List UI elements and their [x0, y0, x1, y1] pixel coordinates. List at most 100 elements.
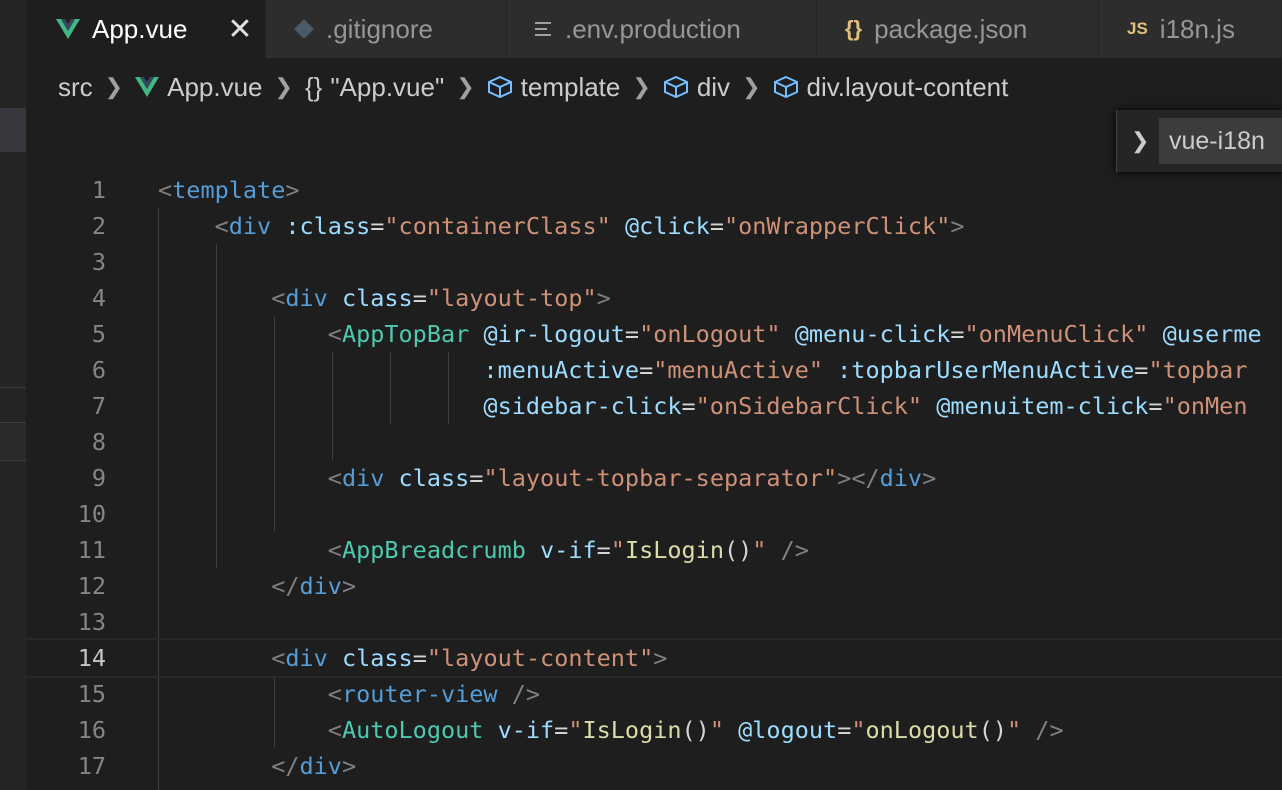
tab-label: .env.production	[565, 13, 741, 44]
code-token: ()	[723, 536, 753, 564]
chevron-right-icon: ❯	[274, 74, 293, 99]
code-editor[interactable]: 1 <template> 2 <div :class="containerClass…	[26, 172, 1282, 790]
line-number: 4	[91, 284, 106, 312]
sidebar-selected-row[interactable]	[0, 108, 26, 152]
code-line[interactable]: 10	[26, 496, 1282, 532]
chevron-right-icon[interactable]: ❯	[1131, 128, 1149, 154]
line-number: 13	[77, 608, 106, 636]
tab-app-vue[interactable]: App.vue ✕	[26, 0, 266, 58]
code-token: "	[610, 536, 625, 564]
code-text: :menuActive="menuActive" :topbarUserMenu…	[158, 352, 1247, 388]
breadcrumb-item-object[interactable]: "App.vue"	[330, 72, 444, 103]
code-token: "	[752, 536, 767, 564]
code-token: AppTopBar	[341, 320, 470, 348]
code-token: =	[624, 320, 640, 348]
code-token: "layout-content"	[426, 644, 654, 672]
code-token: =	[596, 536, 611, 564]
code-text: <AppBreadcrumb v-if="IsLogin()" />	[158, 532, 809, 568]
code-token: v-if	[497, 716, 555, 744]
code-line[interactable]: 15 <router-view />	[26, 676, 1282, 712]
code-token: template	[172, 176, 286, 204]
breadcrumb-item-template[interactable]: template	[521, 72, 621, 103]
code-line[interactable]: 3	[26, 244, 1282, 280]
sidebar-panel-row[interactable]	[0, 422, 26, 461]
code-token: @ir-logout	[483, 320, 625, 348]
code-token: =	[554, 716, 569, 744]
activity-sidebar	[0, 0, 26, 790]
chevron-right-icon: ❯	[632, 74, 651, 99]
code-token: =	[1134, 356, 1149, 384]
code-token: =	[681, 392, 696, 420]
breadcrumb-item-div[interactable]: div	[697, 72, 730, 103]
breadcrumb: src ❯ App.vue ❯ {} "App.vue" ❯ template …	[58, 58, 1008, 116]
code-line[interactable]: 2 <div :class="containerClass" @click="o…	[26, 208, 1282, 244]
tab-package-json[interactable]: {} package.json	[817, 0, 1099, 58]
json-braces-icon: {}	[845, 16, 863, 41]
chevron-right-icon: ❯	[456, 74, 475, 99]
line-number: 9	[91, 464, 106, 492]
code-text: <div class="layout-top">	[158, 280, 611, 316]
line-number: 15	[77, 680, 106, 708]
code-token: </	[271, 572, 300, 600]
tab-label: .gitignore	[326, 13, 433, 44]
code-text: <AppTopBar @ir-logout="onLogout" @menu-c…	[158, 316, 1262, 352]
code-token: =	[950, 320, 965, 348]
code-line[interactable]: 13	[26, 604, 1282, 640]
code-token: =	[639, 356, 654, 384]
code-text: <AutoLogout v-if="IsLogin()" @logout="on…	[158, 712, 1064, 748]
code-text: <div :class="containerClass" @click="onW…	[158, 208, 965, 244]
code-line[interactable]: 9 <div class="layout-topbar-separator"><…	[26, 460, 1282, 496]
code-token: =	[370, 212, 385, 240]
breadcrumb-item-src[interactable]: src	[58, 72, 93, 103]
code-token: IsLogin	[582, 716, 682, 744]
code-token: <	[158, 176, 173, 204]
code-text: @sidebar-click="onSidebarClick" @menuite…	[158, 388, 1247, 424]
breadcrumb-item-file[interactable]: App.vue	[167, 72, 262, 103]
code-line[interactable]: 12 </div>	[26, 568, 1282, 604]
code-text: <router-view />	[158, 676, 540, 712]
breadcrumb-item-layout-content[interactable]: div.layout-content	[807, 72, 1009, 103]
tab-env-production[interactable]: .env.production	[507, 0, 817, 58]
code-token: "onSidebarClick"	[695, 392, 923, 420]
code-token: />	[511, 680, 541, 708]
close-icon[interactable]: ✕	[227, 12, 252, 47]
code-line[interactable]: 7 @sidebar-click="onSidebarClick" @menui…	[26, 388, 1282, 424]
line-number: 14	[77, 644, 106, 672]
code-token: div	[228, 212, 272, 240]
code-line[interactable]: 6 :menuActive="menuActive" :topbarUserMe…	[26, 352, 1282, 388]
code-line[interactable]: 8	[26, 424, 1282, 460]
cube-icon	[487, 75, 513, 99]
code-token: "	[568, 716, 583, 744]
code-token: <	[327, 464, 342, 492]
code-line[interactable]: 11 <AppBreadcrumb v-if="IsLogin()" />	[26, 532, 1282, 568]
code-token: <	[271, 284, 286, 312]
cube-icon	[773, 75, 799, 99]
code-line[interactable]: 5 <AppTopBar @ir-logout="onLogout" @menu…	[26, 316, 1282, 352]
code-token: "	[851, 716, 866, 744]
code-text: <div class="layout-content">	[158, 640, 667, 676]
find-input[interactable]: vue-i18n	[1159, 118, 1282, 164]
code-line[interactable]: 17 </div>	[26, 748, 1282, 784]
line-number: 16	[77, 716, 106, 744]
tab-i18n-js[interactable]: JS i18n.js	[1099, 0, 1282, 58]
code-token: "onLogout"	[639, 320, 781, 348]
code-line[interactable]: 16 <AutoLogout v-if="IsLogin()" @logout=…	[26, 712, 1282, 748]
code-line[interactable]: 1 <template>	[26, 172, 1282, 208]
code-token: >	[596, 284, 611, 312]
code-token: ()	[681, 716, 710, 744]
line-number: 17	[77, 752, 106, 780]
code-line[interactable]: 4 <div class="layout-top">	[26, 280, 1282, 316]
tab-gitignore[interactable]: .gitignore	[266, 0, 507, 58]
code-token: <	[271, 644, 286, 672]
code-token: AutoLogout	[341, 716, 484, 744]
code-token: @userme	[1162, 320, 1262, 348]
code-line[interactable]: 14 <div class="layout-content">	[26, 638, 1282, 678]
code-token: =	[469, 464, 484, 492]
